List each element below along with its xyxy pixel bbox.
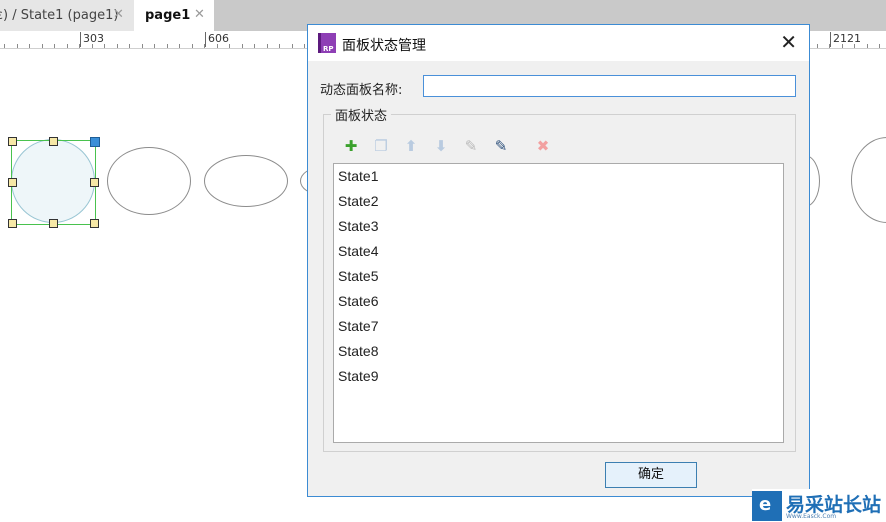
list-item[interactable]: State6 <box>334 289 783 314</box>
ruler-tick <box>104 44 105 48</box>
list-item[interactable]: State1 <box>334 164 783 189</box>
list-item[interactable]: State5 <box>334 264 783 289</box>
ruler-tick <box>117 44 118 48</box>
ok-button[interactable]: 确定 <box>605 462 697 488</box>
panel-name-input[interactable] <box>423 75 796 97</box>
ruler-tick <box>229 44 230 48</box>
ruler-tick <box>254 44 255 48</box>
ruler-tick <box>42 44 43 48</box>
selection-box <box>11 140 96 225</box>
resize-handle[interactable] <box>90 178 99 187</box>
ellipse-shape[interactable] <box>851 137 886 223</box>
list-item[interactable]: State3 <box>334 214 783 239</box>
states-toolbar: ✚ ❐ ⬆ ⬇ ✎ ✎ ✖ <box>336 135 558 157</box>
dialog-title: 面板状态管理 <box>342 38 426 54</box>
move-up-icon[interactable]: ⬆ <box>396 135 426 157</box>
panel-name-label: 动态面板名称: <box>320 83 403 98</box>
ruler-tick <box>179 44 180 48</box>
ruler-tick <box>192 44 193 48</box>
ruler-tick <box>304 44 305 48</box>
ruler-tick <box>242 44 243 48</box>
list-item[interactable]: State9 <box>334 364 783 389</box>
panel-state-dialog: RP 面板状态管理 ✕ 动态面板名称: 面板状态 ✚ ❐ ⬆ ⬇ ✎ ✎ ✖ State1 S… <box>307 24 810 497</box>
dialog-titlebar[interactable]: RP 面板状态管理 ✕ <box>308 25 809 61</box>
close-icon[interactable]: ✕ <box>780 31 797 53</box>
edit-state-icon[interactable]: ✎ <box>456 135 486 157</box>
list-item[interactable]: State2 <box>334 189 783 214</box>
close-icon[interactable]: ✕ <box>113 7 124 22</box>
panel-states-group-label: 面板状态 <box>331 105 392 124</box>
ruler-tick <box>4 44 5 48</box>
ellipse-shape[interactable] <box>204 155 288 207</box>
resize-handle[interactable] <box>49 219 58 228</box>
tab-label: ε) / State1 (page1) <box>0 8 119 23</box>
list-item[interactable]: State7 <box>334 314 783 339</box>
ruler-tick <box>17 44 18 48</box>
ruler-tick <box>167 44 168 48</box>
watermark: e 易采站长站 Www.Easck.Com <box>752 489 886 522</box>
ruler-tick <box>292 44 293 48</box>
tab-label: page1 <box>145 8 191 23</box>
ruler-tick <box>267 44 268 48</box>
move-down-icon[interactable]: ⬇ <box>426 135 456 157</box>
watermark-subtext: Www.Easck.Com <box>786 513 837 520</box>
resize-handle[interactable] <box>8 178 17 187</box>
ruler-label: 606 <box>205 32 229 47</box>
ellipse-shape[interactable] <box>107 147 191 215</box>
ruler-tick <box>867 44 868 48</box>
ruler-tick <box>67 44 68 48</box>
ruler-tick <box>879 44 880 48</box>
resize-handle[interactable] <box>90 219 99 228</box>
close-icon[interactable]: ✕ <box>194 7 205 22</box>
ruler-tick <box>154 44 155 48</box>
resize-handle[interactable] <box>49 137 58 146</box>
list-item[interactable]: State8 <box>334 339 783 364</box>
duplicate-icon[interactable]: ❐ <box>366 135 396 157</box>
list-item[interactable]: State4 <box>334 239 783 264</box>
ruler-tick <box>29 44 30 48</box>
ruler-label: 2121 <box>830 32 861 47</box>
watermark-logo-icon: e <box>752 491 782 521</box>
resize-handle[interactable] <box>8 137 17 146</box>
ruler-tick <box>54 44 55 48</box>
delete-icon[interactable]: ✖ <box>528 135 558 157</box>
ruler-tick <box>279 44 280 48</box>
ruler-label: 303 <box>80 32 104 47</box>
tab-state1[interactable]: ε) / State1 (page1) ✕ <box>0 0 134 31</box>
ruler-tick <box>142 44 143 48</box>
edit-all-icon[interactable]: ✎ <box>486 135 516 157</box>
ruler-tick <box>817 44 818 48</box>
resize-handle[interactable] <box>8 219 17 228</box>
states-list[interactable]: State1 State2 State3 State4 State5 State6 Stat… <box>333 163 784 443</box>
reference-badge-icon <box>90 137 100 147</box>
axure-app-icon: RP <box>318 33 336 53</box>
tab-page1[interactable]: page1 ✕ <box>134 0 214 31</box>
ruler-tick <box>129 44 130 48</box>
add-icon[interactable]: ✚ <box>336 135 366 157</box>
